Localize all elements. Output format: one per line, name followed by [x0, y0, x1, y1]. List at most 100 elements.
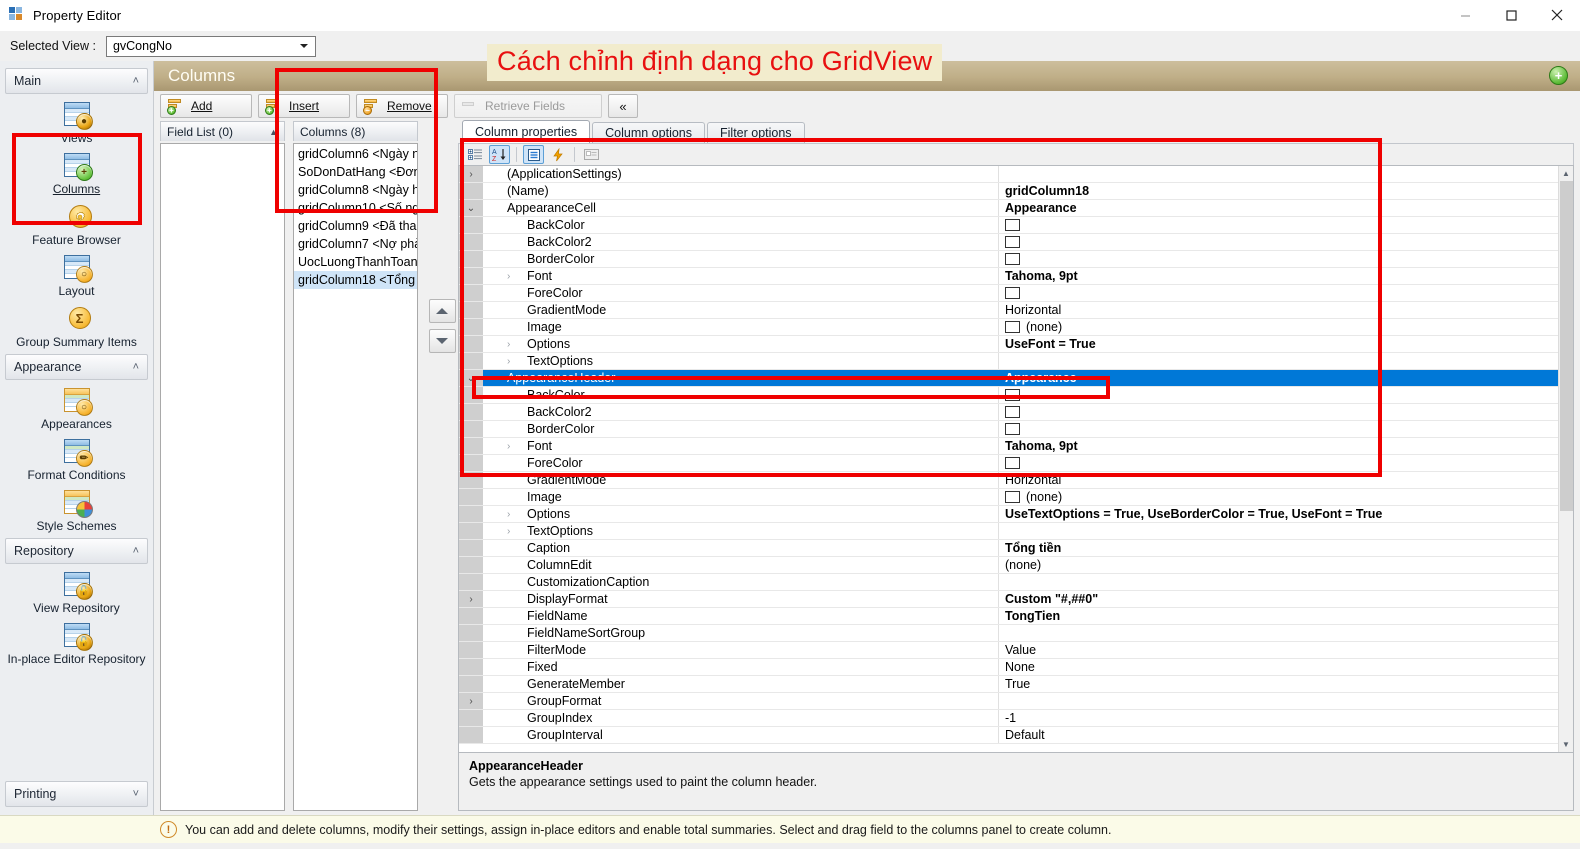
property-row[interactable]: GradientMode Horizontal [459, 472, 1558, 489]
property-grid-scrollbar[interactable]: ▲ ▼ [1558, 166, 1573, 752]
property-value[interactable] [999, 625, 1558, 641]
color-swatch[interactable] [1005, 219, 1020, 231]
property-value[interactable] [999, 574, 1558, 590]
property-row[interactable]: FieldNameSortGroup [459, 625, 1558, 642]
property-row[interactable]: Image (none) [459, 319, 1558, 336]
chevron-right-icon[interactable]: › [459, 166, 483, 182]
sidebar-item-style-schemes[interactable]: Style Schemes [3, 484, 150, 535]
property-row[interactable]: FieldName TongTien [459, 608, 1558, 625]
property-row[interactable]: GroupIndex -1 [459, 710, 1558, 727]
add-button[interactable]: + Add [160, 94, 252, 118]
chevron-right-icon[interactable]: › [459, 591, 483, 607]
close-button[interactable] [1534, 0, 1580, 31]
minimize-button[interactable] [1442, 0, 1488, 31]
property-value[interactable]: (none) [999, 557, 1558, 573]
property-value[interactable] [999, 421, 1558, 437]
property-row[interactable]: BackColor2 [459, 234, 1558, 251]
property-row[interactable]: BorderColor [459, 421, 1558, 438]
list-item[interactable]: gridColumn9 <Đã thanh t [294, 217, 417, 235]
chevron-right-icon[interactable]: › [459, 693, 483, 709]
property-row[interactable]: FilterMode Value [459, 642, 1558, 659]
color-swatch[interactable] [1005, 457, 1020, 469]
insert-button[interactable]: + Insert [258, 94, 350, 118]
property-value[interactable]: Value [999, 642, 1558, 658]
expander-spacer[interactable] [459, 523, 483, 539]
collapse-panel-button[interactable]: « [608, 94, 638, 118]
remove-button[interactable]: − Remove [356, 94, 448, 118]
property-value[interactable]: (none) [999, 319, 1558, 335]
property-value[interactable] [999, 404, 1558, 420]
property-value[interactable] [999, 251, 1558, 267]
property-value[interactable] [999, 166, 1558, 182]
property-row[interactable]: ⌄ AppearanceCell Appearance [459, 200, 1558, 217]
field-list-header[interactable]: Field List (0) ▲ [160, 121, 285, 141]
properties-icon[interactable] [523, 145, 544, 164]
property-row[interactable]: GroupInterval Default [459, 727, 1558, 744]
move-up-button[interactable] [428, 299, 456, 323]
property-value[interactable]: Appearance [999, 370, 1558, 386]
sidebar-item-columns[interactable]: + Columns [3, 147, 150, 198]
list-item[interactable]: UocLuongThanhToan <Số [294, 253, 417, 271]
sidebar-item-feature-browser[interactable]: Feature Browser [3, 198, 150, 249]
color-swatch[interactable] [1005, 406, 1020, 418]
retrieve-fields-button[interactable]: Retrieve Fields [454, 94, 602, 118]
property-row[interactable]: ForeColor [459, 285, 1558, 302]
property-value[interactable]: Horizontal [999, 302, 1558, 318]
list-item[interactable]: gridColumn8 <Ngày hết h [294, 181, 417, 199]
property-value[interactable]: (none) [999, 489, 1558, 505]
property-value[interactable]: -1 [999, 710, 1558, 726]
move-down-button[interactable] [428, 329, 456, 353]
property-value[interactable] [999, 353, 1558, 369]
sidebar-group-appearance[interactable]: Appearance ˄ [5, 354, 148, 380]
color-swatch[interactable] [1005, 491, 1020, 503]
property-value[interactable]: Tahoma, 9pt [999, 438, 1558, 454]
list-item-selected[interactable]: gridColumn18 <Tổng tiền [294, 271, 417, 289]
property-value[interactable]: UseTextOptions = True, UseBorderColor = … [999, 506, 1558, 522]
property-value[interactable]: Horizontal [999, 472, 1558, 488]
color-swatch[interactable] [1005, 287, 1020, 299]
maximize-button[interactable] [1488, 0, 1534, 31]
property-value[interactable]: Default [999, 727, 1558, 743]
expander-spacer[interactable] [459, 268, 483, 284]
chevron-right-icon[interactable]: › [507, 271, 527, 282]
chevron-right-icon[interactable]: › [507, 356, 527, 367]
list-item[interactable]: SoDonDatHang <Đơn đặt [294, 163, 417, 181]
property-row-selected[interactable]: ⌄ AppearanceHeader Appearance [459, 370, 1558, 387]
property-row[interactable]: Fixed None [459, 659, 1558, 676]
sidebar-item-views[interactable]: ● Views [3, 96, 150, 147]
scrollbar-thumb[interactable] [1559, 181, 1573, 511]
field-list-body[interactable] [160, 143, 285, 811]
property-row[interactable]: BackColor [459, 387, 1558, 404]
property-value[interactable]: Tổng tiền [999, 540, 1558, 556]
property-value[interactable]: Custom "#,##0" [999, 591, 1558, 607]
sidebar-group-repository[interactable]: Repository ˄ [5, 538, 148, 564]
sort-ascending-icon[interactable]: ▲ [269, 127, 278, 137]
add-circle-icon[interactable]: + [1549, 66, 1568, 85]
property-value[interactable]: None [999, 659, 1558, 675]
color-swatch[interactable] [1005, 321, 1020, 333]
property-row[interactable]: Image (none) [459, 489, 1558, 506]
chevron-right-icon[interactable]: › [507, 509, 527, 520]
list-item[interactable]: gridColumn10 <Số ngày c [294, 199, 417, 217]
property-value[interactable] [999, 523, 1558, 539]
property-value[interactable] [999, 217, 1558, 233]
tab-filter-options[interactable]: Filter options [707, 122, 805, 143]
sidebar-group-printing[interactable]: Printing ˅ [5, 781, 148, 807]
chevron-right-icon[interactable]: › [507, 441, 527, 452]
property-row[interactable]: ColumnEdit (none) [459, 557, 1558, 574]
property-value[interactable] [999, 387, 1558, 403]
property-value[interactable]: True [999, 676, 1558, 692]
property-value[interactable] [999, 455, 1558, 471]
chevron-down-icon[interactable]: ⌄ [459, 370, 483, 386]
property-row[interactable]: › (ApplicationSettings) [459, 166, 1558, 183]
color-swatch[interactable] [1005, 236, 1020, 248]
tab-column-properties[interactable]: Column properties [462, 120, 591, 143]
property-value[interactable]: UseFont = True [999, 336, 1558, 352]
property-pages-icon[interactable] [581, 145, 602, 164]
sidebar-item-group-summary-items[interactable]: Σ Group Summary Items [3, 300, 150, 351]
property-row[interactable]: › DisplayFormat Custom "#,##0" [459, 591, 1558, 608]
expander-spacer[interactable] [459, 438, 483, 454]
scroll-down-button[interactable]: ▼ [1559, 737, 1574, 752]
alphabetical-sort-icon[interactable]: A Z [489, 145, 510, 164]
sidebar-item-inplace-editor-repository[interactable]: 🔓 In-place Editor Repository [3, 617, 150, 668]
